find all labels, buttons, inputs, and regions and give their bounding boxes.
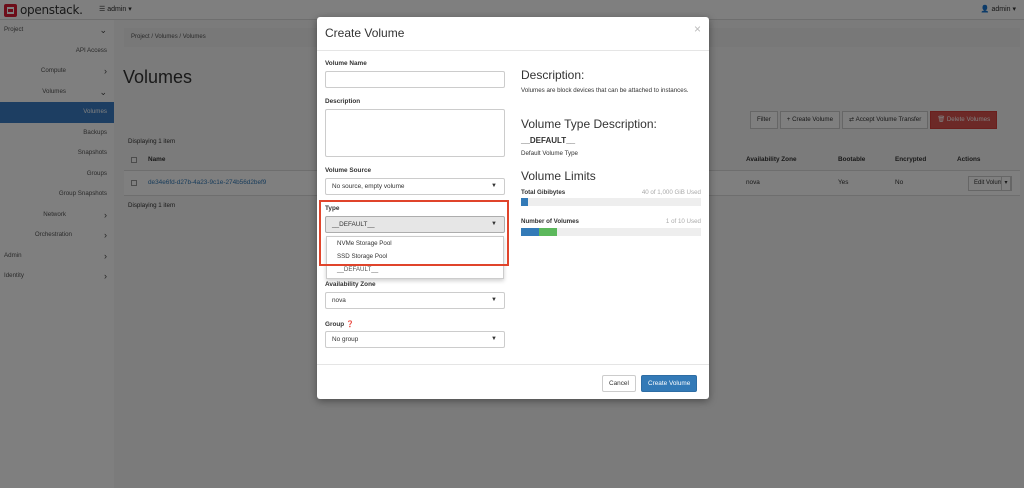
volume-name-label: Volume Name: [325, 60, 367, 67]
caret-down-icon: ▼: [491, 336, 497, 342]
group-label-text: Group: [325, 321, 345, 328]
gibibytes-used-fill: [521, 198, 528, 206]
create-volume-submit-button[interactable]: Create Volume: [641, 375, 698, 392]
caret-down-icon: ▼: [491, 183, 497, 189]
volumes-count-bar: [521, 228, 701, 236]
description-heading: Description:: [521, 68, 585, 82]
modal-title: Create Volume: [325, 26, 405, 40]
create-volume-modal: Create Volume × Volume Name Description …: [317, 17, 709, 399]
gibibytes-used: 40 of 1,000 GiB Used: [641, 189, 701, 196]
volume-source-value: No source, empty volume: [332, 183, 405, 190]
description-textarea[interactable]: [325, 109, 505, 157]
volumes-count-used: 1 of 10 Used: [665, 218, 701, 225]
volume-type-name: __DEFAULT__: [521, 136, 576, 145]
volumes-used-fill: [521, 228, 539, 236]
volume-source-label: Volume Source: [325, 167, 372, 174]
volume-limits-heading: Volume Limits: [521, 169, 596, 183]
volume-name-input[interactable]: [325, 71, 505, 88]
gibibytes-bar: [521, 198, 701, 206]
description-text: Volumes are block devices that can be at…: [521, 87, 689, 94]
volumes-new-fill: [539, 228, 557, 236]
group-label: Group ❓: [325, 320, 354, 328]
type-option-default[interactable]: __DEFAULT__: [337, 266, 378, 273]
modal-footer: Cancel Create Volume: [317, 364, 709, 399]
gibibytes-label: Total Gibibytes: [521, 189, 566, 196]
volume-source-select[interactable]: No source, empty volume ▼: [325, 178, 505, 195]
volumes-count-label: Number of Volumes: [521, 218, 579, 225]
availability-zone-value: nova: [332, 297, 346, 304]
cancel-button[interactable]: Cancel: [602, 375, 636, 392]
help-icon[interactable]: ❓: [346, 321, 354, 328]
group-value: No group: [332, 336, 359, 343]
highlight-box: [319, 200, 509, 266]
modal-header: Create Volume ×: [317, 17, 709, 51]
group-select[interactable]: No group ▼: [325, 331, 505, 348]
availability-zone-label: Availability Zone: [325, 281, 376, 288]
availability-zone-select[interactable]: nova ▼: [325, 292, 505, 309]
close-icon[interactable]: ×: [694, 22, 701, 36]
caret-down-icon: ▼: [491, 297, 497, 303]
volume-type-text: Default Volume Type: [521, 150, 578, 157]
description-label: Description: [325, 98, 361, 105]
volume-type-heading: Volume Type Description:: [521, 117, 657, 131]
